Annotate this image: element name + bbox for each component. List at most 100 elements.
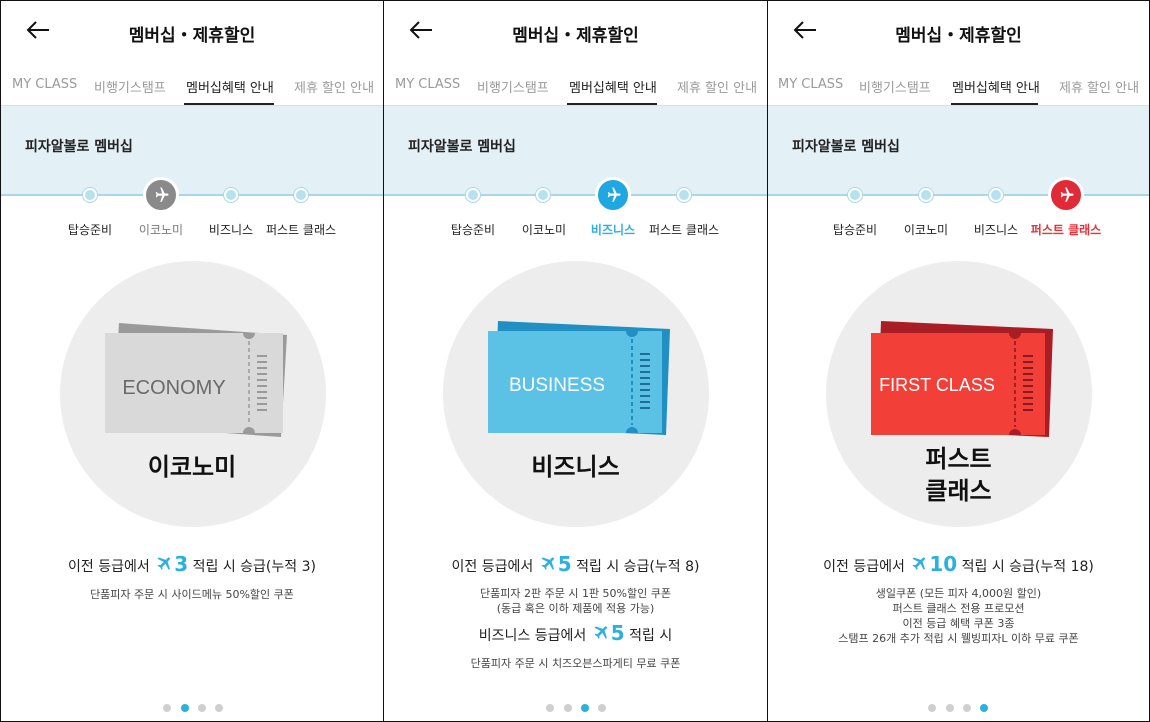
rule-count: 5 xyxy=(610,621,625,645)
upgrade-rule: 이전 등급에서 3 적립 시 승급(누적 3) xyxy=(1,552,383,576)
economy-screen: 멤버십・제휴할인 MY CLASS 비행기스탬프 멤버십혜택 안내 제휴 할인 … xyxy=(0,0,384,722)
grade-track xyxy=(384,194,767,196)
page-dot[interactable] xyxy=(546,704,554,712)
page-dot[interactable] xyxy=(963,704,971,712)
grade-name: 퍼스트 클래스 xyxy=(768,443,1149,507)
step-dot-business[interactable] xyxy=(989,188,1003,202)
airplane-icon xyxy=(607,187,621,202)
tab-my-class[interactable]: MY CLASS xyxy=(778,77,843,92)
rule-prefix: 이전 등급에서 xyxy=(68,559,150,575)
step-label-first: 퍼스트 클래스 xyxy=(648,223,720,237)
tab-partner-discount[interactable]: 제휴 할인 안내 xyxy=(1059,77,1139,96)
grade-track xyxy=(768,194,1149,196)
upgrade-rule: 이전 등급에서 10 적립 시 승급(누적 18) xyxy=(768,552,1149,576)
app-bar: 멤버십・제휴할인 xyxy=(384,1,767,63)
step-label-first: 퍼스트 클래스 xyxy=(265,223,337,237)
page-dot-active[interactable] xyxy=(581,704,589,712)
first-class-screen: 멤버십・제휴할인 MY CLASS 비행기스탬프 멤버십혜택 안내 제휴 할인 … xyxy=(767,0,1150,722)
step-label-business: 비즈니스 xyxy=(973,223,1019,237)
stamp-airplane-icon xyxy=(912,557,926,570)
tab-bar: MY CLASS 비행기스탬프 멤버십혜택 안내 제휴 할인 안내 xyxy=(1,63,383,105)
tab-bar: MY CLASS 비행기스탬프 멤버십혜택 안내 제휴 할인 안내 xyxy=(768,63,1149,105)
page-dot[interactable] xyxy=(215,704,223,712)
benefit-item: 스탬프 26개 추가 적립 시 웰빙피자L 이하 무료 쿠폰 xyxy=(838,632,1079,645)
step-badge-first[interactable] xyxy=(1048,177,1084,213)
step-dot-boarding[interactable] xyxy=(848,188,862,202)
grade-name: 비즈니스 xyxy=(531,453,620,481)
benefit-list: 생일쿠폰 (모든 피자 4,000원 할인) 퍼스트 클래스 전용 프로모션 이… xyxy=(768,586,1149,646)
membership-band: 피자알볼로 멤버십 xyxy=(1,105,383,195)
grade-track xyxy=(1,194,383,196)
airplane-icon xyxy=(155,187,169,202)
benefit-item: 단품피자 2판 주문 시 1판 50%할인 쿠폰 xyxy=(480,587,671,600)
ticket-text: BUSINESS xyxy=(509,375,605,396)
business-ticket: BUSINESS xyxy=(488,321,670,435)
tab-membership[interactable]: 멤버십혜택 안내 xyxy=(569,77,657,96)
step-label-boarding: 탑승준비 xyxy=(832,223,878,237)
page-dot-active[interactable] xyxy=(980,704,988,712)
tab-membership[interactable]: 멤버십혜택 안내 xyxy=(186,77,274,96)
tab-partner-discount[interactable]: 제휴 할인 안내 xyxy=(294,77,374,96)
grade-name: 이코노미 xyxy=(147,453,237,481)
tab-my-class[interactable]: MY CLASS xyxy=(12,77,77,92)
benefit-item: 단품피자 주문 시 치즈오븐스파게티 무료 쿠폰 xyxy=(470,657,681,670)
step-badge-economy[interactable] xyxy=(143,177,179,213)
ticket-text: FIRST CLASS xyxy=(879,375,995,395)
page-dot[interactable] xyxy=(198,704,206,712)
tab-stamp[interactable]: 비행기스탬프 xyxy=(94,77,166,96)
benefit-list: 단품피자 2판 주문 시 1판 50%할인 쿠폰 (동급 혹은 이하 제품에 적… xyxy=(384,586,767,616)
stamp-airplane-icon xyxy=(541,557,554,570)
rule-prefix: 이전 등급에서 xyxy=(451,559,534,575)
upgrade-rule-2: 비즈니스 등급에서 5 적립 시 xyxy=(384,621,767,645)
page-dot[interactable] xyxy=(564,704,572,712)
tab-my-class[interactable]: MY CLASS xyxy=(395,77,460,92)
ticket-text: ECONOMY xyxy=(122,377,225,399)
benefit-item: 이전 등급 혜택 쿠폰 3종 xyxy=(902,617,1015,630)
grade-name-line: 클래스 xyxy=(925,477,992,505)
membership-band: 피자알볼로 멤버십 xyxy=(384,105,767,195)
step-label-boarding: 탑승준비 xyxy=(67,223,113,237)
benefit-item: 생일쿠폰 (모든 피자 4,000원 할인) xyxy=(875,587,1042,600)
step-label-boarding: 탑승준비 xyxy=(450,223,496,237)
tab-partner-discount[interactable]: 제휴 할인 안내 xyxy=(677,77,757,96)
page-indicator xyxy=(1,704,383,714)
step-badge-business[interactable] xyxy=(595,177,631,213)
page-dot[interactable] xyxy=(598,704,606,712)
step-dot-boarding[interactable] xyxy=(83,188,97,202)
app-bar: 멤버십・제휴할인 xyxy=(1,1,383,63)
economy-ticket: ECONOMY xyxy=(105,323,287,437)
section-title: 피자알볼로 멤버십 xyxy=(408,139,516,155)
stamp-airplane-icon xyxy=(157,557,171,570)
first-class-ticket: FIRST CLASS xyxy=(871,321,1053,437)
step-dot-boarding[interactable] xyxy=(466,188,480,202)
page-indicator xyxy=(384,704,767,714)
stamp-airplane-icon xyxy=(594,626,607,639)
page-dot[interactable] xyxy=(928,704,936,712)
section-title: 피자알볼로 멤버십 xyxy=(25,139,133,155)
rule-count: 3 xyxy=(174,552,189,576)
rule-suffix: 적립 시 승급(누적 8) xyxy=(576,559,700,575)
rule-prefix: 비즈니스 등급에서 xyxy=(478,628,587,644)
benefit-item: 퍼스트 클래스 전용 프로모션 xyxy=(892,602,1025,615)
page-indicator xyxy=(768,704,1149,714)
page-dot-active[interactable] xyxy=(181,704,189,712)
business-screen: 멤버십・제휴할인 MY CLASS 비행기스탬프 멤버십혜택 안내 제휴 할인 … xyxy=(383,0,768,722)
step-label-first: 퍼스트 클래스 xyxy=(1030,223,1102,237)
airplane-icon xyxy=(1060,187,1074,202)
step-dot-first[interactable] xyxy=(677,188,691,202)
benefit-item: 단품피자 주문 시 사이드메뉴 50%할인 쿠폰 xyxy=(90,588,294,601)
tab-stamp[interactable]: 비행기스탬프 xyxy=(477,77,549,96)
page-dot[interactable] xyxy=(163,704,171,712)
step-dot-first[interactable] xyxy=(294,188,308,202)
section-title: 피자알볼로 멤버십 xyxy=(792,139,900,155)
step-dot-business[interactable] xyxy=(224,188,238,202)
step-dot-economy[interactable] xyxy=(919,188,933,202)
page-dot[interactable] xyxy=(946,704,954,712)
step-dot-economy[interactable] xyxy=(536,188,550,202)
rule-suffix: 적립 시 승급(누적 18) xyxy=(961,559,1094,575)
membership-band: 피자알볼로 멤버십 xyxy=(768,105,1149,195)
upgrade-rule: 이전 등급에서 5 적립 시 승급(누적 8) xyxy=(384,552,767,576)
tab-stamp[interactable]: 비행기스탬프 xyxy=(859,77,931,96)
rule-prefix: 이전 등급에서 xyxy=(823,559,905,575)
tab-membership[interactable]: 멤버십혜택 안내 xyxy=(952,77,1040,96)
